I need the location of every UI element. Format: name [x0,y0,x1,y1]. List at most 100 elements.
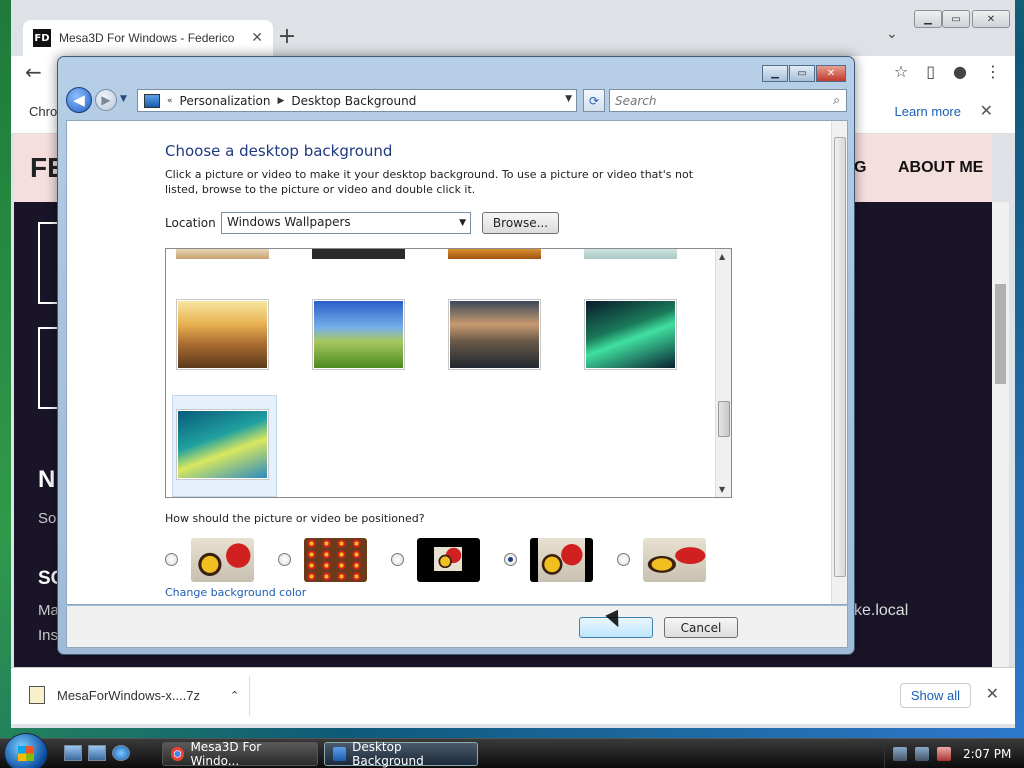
position-tile-preview[interactable] [304,538,367,582]
learn-more-link[interactable]: Learn more [895,104,961,119]
desktop-background-window: ▁ ▭ ✕ ◀ ▶ ▼ « Personalization ▶ Desktop … [57,56,855,655]
scrollbar-thumb[interactable] [834,137,846,577]
taskbar-item-label: Desktop Background [352,740,424,768]
position-stretch-preview[interactable] [643,538,706,582]
wallpaper-thumbnail[interactable] [448,299,541,370]
wallpaper-gallery: ▲ ▼ [165,248,732,498]
internet-explorer-icon[interactable] [112,745,130,761]
archive-file-icon [29,686,45,704]
network-icon[interactable] [893,747,907,761]
toolbar-icons: ☆ ▯ ● ⋮ [894,62,1001,81]
new-tab-button[interactable]: + [273,24,301,49]
section-text: Ins [38,627,59,644]
wallpaper-thumbnail[interactable] [312,249,405,259]
position-center-radio[interactable] [391,553,404,566]
bookmark-star-icon[interactable]: ☆ [894,62,908,81]
refresh-icon[interactable]: ⟳ [583,89,605,112]
taskbar-item-chrome[interactable]: Mesa3D For Windo... [162,740,318,768]
minimize-button[interactable]: ▁ [914,10,942,28]
breadcrumb-personalization[interactable]: Personalization [180,94,271,108]
site-favicon-icon: FD [33,29,51,47]
wallpaper-thumbnail-selected[interactable] [176,409,269,480]
wallpaper-thumbnail[interactable] [448,249,541,259]
menu-kebab-icon[interactable]: ⋮ [985,62,1001,81]
content-pane: Choose a desktop background Click a pict… [66,120,848,605]
scrollbar-thumb[interactable] [718,401,730,437]
window-maximize-button[interactable]: ▭ [789,65,815,82]
browse-button[interactable]: Browse... [482,212,559,234]
green-hills-image [314,301,403,368]
search-box[interactable]: ⌕ [609,89,847,112]
gallery-scrollbar[interactable]: ▲ ▼ [715,249,731,497]
scroll-down-icon[interactable]: ▼ [719,485,725,494]
fit-flower-image [538,538,585,582]
position-center-preview[interactable] [417,538,480,582]
wallpaper-thumbnail[interactable] [584,249,677,259]
clock[interactable]: 2:07 PM [963,747,1011,761]
address-dropdown-icon[interactable]: ▼ [565,94,572,104]
download-item[interactable]: MesaForWindows-x....7z ⌃ [29,686,239,704]
close-button[interactable]: ✕ [972,10,1010,28]
breadcrumb-separator-icon[interactable]: ▶ [278,96,285,106]
address-bar[interactable]: « Personalization ▶ Desktop Background ▼ [137,89,577,112]
search-input[interactable] [610,90,810,112]
explorer-navigation-bar: ◀ ▶ ▼ « Personalization ▶ Desktop Backgr… [66,87,848,115]
show-all-button[interactable]: Show all [899,683,971,708]
cancel-button[interactable]: Cancel [664,617,738,638]
breadcrumb-desktop-background[interactable]: Desktop Background [291,94,416,108]
dialog-footer: Cancel [66,606,848,648]
center-flower-image [434,547,462,571]
position-stretch-radio[interactable] [617,553,630,566]
page-scrollbar[interactable] [992,202,1009,667]
maximize-button[interactable]: ▭ [942,10,970,28]
window-close-button[interactable]: ✕ [816,65,846,82]
infobar-close-icon[interactable]: ✕ [980,101,993,120]
position-fill-preview[interactable] [191,538,254,582]
infobar-text: Chro [29,104,58,119]
change-background-color-link[interactable]: Change background color [165,586,306,599]
taskbar-item-label: Mesa3D For Windo... [190,740,262,768]
rock-lake-image [450,301,539,368]
content-scrollbar[interactable] [831,121,847,604]
location-dropdown[interactable]: Windows Wallpapers ▼ [221,212,471,234]
taskbar: Mesa3D For Windo... Desktop Background 2… [0,733,1024,768]
system-tray: 2:07 PM [884,739,1024,768]
section-text: ke.local [854,602,909,619]
window-minimize-button[interactable]: ▁ [762,65,788,82]
wallpaper-thumbnail[interactable] [176,299,269,370]
nav-item-partial[interactable]: G [854,159,866,177]
wallpaper-thumbnail[interactable] [584,299,677,370]
back-arrow-icon[interactable]: ← [25,60,42,84]
switch-windows-icon[interactable] [88,745,106,761]
taskbar-item-desktop-background[interactable]: Desktop Background [324,740,478,768]
tab-close-icon[interactable]: ✕ [251,30,263,46]
nav-about-me[interactable]: ABOUT ME [898,159,983,177]
browser-tab[interactable]: FD Mesa3D For Windows - Federico ✕ [23,20,273,56]
show-desktop-icon[interactable] [64,745,82,761]
search-icon[interactable]: ⌕ [833,93,840,108]
forward-arrow-icon[interactable]: ▶ [95,89,117,111]
position-fit-preview[interactable] [530,538,593,582]
wallpaper-thumbnail[interactable] [176,249,269,259]
wallpaper-thumbnail[interactable] [312,299,405,370]
profile-avatar-icon[interactable]: ● [953,62,967,81]
vista-aurora-image [178,411,267,478]
control-panel-icon [333,747,347,761]
side-panel-icon[interactable]: ▯ [926,62,935,81]
download-shelf-close-icon[interactable]: ✕ [986,684,999,703]
history-dropdown-icon[interactable]: ▼ [120,94,127,104]
position-tile-radio[interactable] [278,553,291,566]
start-button[interactable] [4,733,48,768]
breadcrumb-overflow-icon[interactable]: « [167,96,173,106]
display-icon[interactable] [915,747,929,761]
volume-muted-icon[interactable] [937,747,951,761]
position-fill-radio[interactable] [165,553,178,566]
scroll-up-icon[interactable]: ▲ [719,252,725,261]
position-fit-radio[interactable] [504,553,517,566]
windows-logo-icon [18,746,34,761]
back-arrow-icon[interactable]: ◀ [66,87,92,113]
scrollbar-thumb[interactable] [995,284,1006,384]
chevron-up-icon[interactable]: ⌃ [230,689,239,702]
dropdown-arrow-icon[interactable]: ▼ [459,218,466,228]
tab-search-chevron-icon[interactable]: ⌄ [886,26,898,42]
